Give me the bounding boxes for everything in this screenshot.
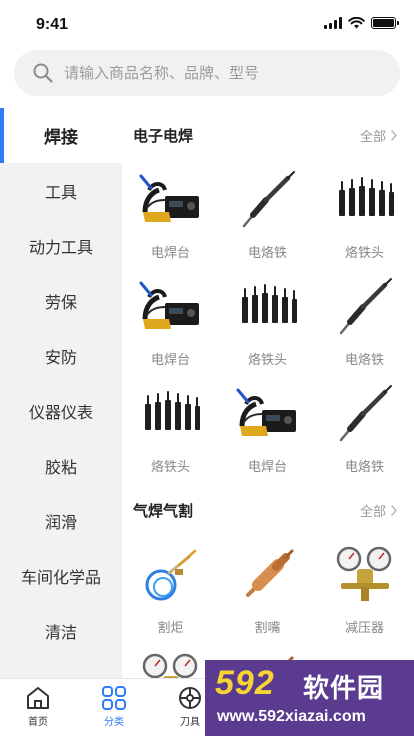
product-label: 电焊台 [150,245,190,260]
chevron-right-icon [390,504,398,516]
chevron-right-icon [390,129,398,141]
product-label: 烙铁头 [150,459,190,474]
product-item[interactable]: 电焊台 [122,269,219,376]
pressure-regulator-icon [333,543,397,607]
search-input[interactable] [64,64,364,82]
product-item[interactable]: 电烙铁 [219,162,316,269]
soldering-iron-icon [333,275,397,339]
soldering-iron-icon [333,382,397,446]
product-grid: 电焊台 电烙铁 烙铁头 电焊台 烙铁头 电烙铁 烙铁头 电焊台 电烙铁 [122,162,414,483]
product-label: 烙铁头 [344,245,384,260]
sidebar-item-safety-wear[interactable]: 劳保 [0,273,122,328]
product-label: 烙铁头 [247,352,287,367]
section-header: 电子电焊 全部 [122,108,414,162]
soldering-tips-icon [139,382,203,446]
product-label: 割嘴 [254,620,281,635]
sidebar-item-workshop-chemicals[interactable]: 车间化学品 [0,548,122,603]
tab-home[interactable]: 首页 [0,679,76,736]
status-icons [324,17,399,29]
product-item[interactable]: 烙铁头 [219,269,316,376]
product-item[interactable]: 割炬 [122,537,219,644]
home-icon [27,687,49,709]
product-item[interactable]: 电烙铁 [316,269,413,376]
product-item[interactable]: 电烙铁 [316,376,413,483]
section-header: 气焊气割 全部 [122,483,414,537]
watermark-number: 592 [215,664,275,702]
product-item[interactable]: 割嘴 [219,537,316,644]
cellular-signal-icon [324,17,342,29]
sidebar-item-cleaning[interactable]: 清洁 [0,603,122,658]
section-title: 电子电焊 [133,127,194,145]
watermark-url: www.592xiazai.com [217,708,366,725]
view-all-label: 全部 [359,128,386,144]
search-bar[interactable] [14,50,400,96]
sidebar-item-instruments[interactable]: 仪器仪表 [0,383,122,438]
view-all-link[interactable]: 全部 [360,126,398,145]
tab-category[interactable]: 分类 [76,679,152,736]
product-label: 电烙铁 [344,459,384,474]
view-all-link[interactable]: 全部 [360,501,398,520]
tab-label: 分类 [104,717,124,728]
product-item[interactable]: 电焊台 [219,376,316,483]
sidebar-item-security[interactable]: 安防 [0,328,122,383]
soldering-tips-icon [236,275,300,339]
sidebar-item-tools[interactable]: 工具 [0,163,122,218]
sidebar-item-power-tools[interactable]: 动力工具 [0,218,122,273]
search-icon [33,63,53,83]
category-content: 电子电焊 全部 电焊台 电烙铁 烙铁头 电焊台 烙铁头 电烙铁 烙铁头 电焊台 … [122,108,414,678]
product-label: 电焊台 [150,352,190,367]
category-sidebar: 焊接 工具 动力工具 劳保 安防 仪器仪表 胶粘 润滑 车间化学品 清洁 [0,108,122,678]
sidebar-item-adhesives[interactable]: 胶粘 [0,438,122,493]
pressure-regulator-icon [139,650,203,678]
product-item[interactable]: 电焊台 [122,162,219,269]
cutting-nozzle-icon [236,543,300,607]
status-bar: 9:41 [0,0,414,44]
watermark-logo: 592 软件园 www.592xiazai.com [205,660,414,736]
section-title: 气焊气割 [133,502,194,520]
product-label: 电烙铁 [247,245,287,260]
battery-icon [371,17,399,29]
product-label: 电焊台 [247,459,287,474]
cutting-torch-icon [139,543,203,607]
product-label: 割炬 [157,620,184,635]
soldering-station-icon [236,382,300,446]
status-time: 9:41 [36,16,69,33]
tool-icon [179,687,201,709]
wifi-icon [348,17,365,29]
tab-label: 首页 [28,717,48,728]
soldering-station-icon [139,168,203,232]
soldering-tips-icon [333,168,397,232]
watermark-text: 软件园 [303,673,385,703]
product-label: 电烙铁 [344,352,384,367]
product-item[interactable]: 烙铁头 [316,162,413,269]
sidebar-item-welding[interactable]: 焊接 [0,108,122,163]
category-icon [102,686,126,710]
product-item[interactable]: 减压器 [316,537,413,644]
soldering-station-icon [139,275,203,339]
product-label: 减压器 [344,620,384,635]
tab-label: 刀具 [180,717,200,728]
product-grid: 割炬 割嘴 减压器 [122,537,414,678]
product-item[interactable]: 烙铁头 [122,376,219,483]
view-all-label: 全部 [359,503,386,519]
soldering-iron-icon [236,168,300,232]
sidebar-item-lubrication[interactable]: 润滑 [0,493,122,548]
